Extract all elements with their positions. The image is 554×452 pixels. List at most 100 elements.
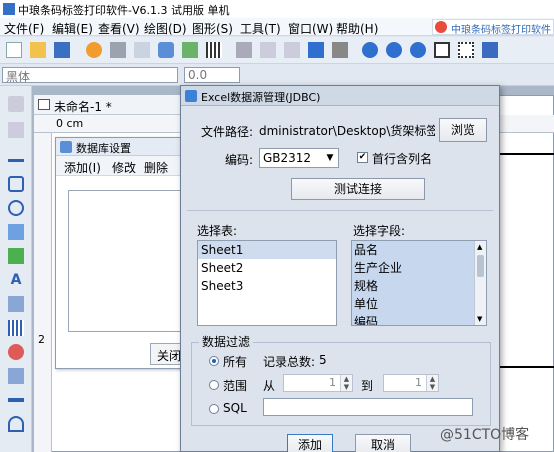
excel-datasource-icon bbox=[185, 90, 197, 102]
encoding-select[interactable]: GB2312 ▼ bbox=[259, 148, 339, 168]
open-folder-icon[interactable] bbox=[30, 42, 46, 58]
filter-sql-radio[interactable] bbox=[209, 404, 219, 414]
add-button[interactable]: 添加 bbox=[287, 434, 333, 452]
qrcode-tool-icon[interactable] bbox=[8, 344, 24, 360]
pointer-tool-icon[interactable] bbox=[8, 96, 24, 112]
database-settings-dialog: 数据库设置 添加(I) 修改 删除 关闭 bbox=[55, 137, 186, 369]
file-path-input[interactable]: dministrator\Desktop\货架标签.xlsx bbox=[259, 120, 435, 140]
first-row-header-checkbox[interactable]: ✔ bbox=[357, 152, 368, 163]
zoom-fit-icon[interactable] bbox=[410, 42, 426, 58]
filter-all-radio[interactable] bbox=[209, 356, 219, 366]
text-tool-icon[interactable]: A bbox=[8, 272, 24, 288]
menu-view[interactable]: 查看(V) bbox=[98, 20, 140, 37]
line-tool-icon[interactable] bbox=[8, 159, 24, 162]
app-title: 中琅条码标签打印软件-V6.1.3 试用版 单机 bbox=[18, 4, 230, 17]
filter-range-label: 范围 bbox=[223, 379, 248, 393]
stepper-arrows-icon[interactable]: ▲ ▼ bbox=[340, 375, 352, 391]
print-preview-icon[interactable] bbox=[134, 42, 150, 58]
menu-window[interactable]: 窗口(W) bbox=[288, 20, 333, 37]
format-toolbar: 黑体 0.0 bbox=[0, 64, 554, 86]
ellipse-tool-icon[interactable] bbox=[8, 200, 24, 216]
print-icon[interactable] bbox=[110, 42, 126, 58]
settings-gear-icon[interactable] bbox=[86, 42, 102, 58]
save-icon[interactable] bbox=[54, 42, 70, 58]
font-size-select[interactable]: 0.0 bbox=[184, 67, 240, 83]
test-connection-button[interactable]: 测试连接 bbox=[291, 178, 425, 200]
menu-tools[interactable]: 工具(T) bbox=[240, 20, 281, 37]
chevron-down-icon[interactable]: ▼ bbox=[324, 151, 336, 165]
copy-icon[interactable] bbox=[260, 42, 276, 58]
field-list-item[interactable]: 生产企业 bbox=[352, 259, 486, 277]
menu-edit[interactable]: 编辑(E) bbox=[52, 20, 93, 37]
undo-icon[interactable] bbox=[308, 42, 324, 58]
menu-draw[interactable]: 绘图(D) bbox=[144, 20, 187, 37]
menu-file[interactable]: 文件(F) bbox=[4, 20, 44, 37]
vertical-ruler: 2 bbox=[34, 133, 52, 452]
scroll-down-icon[interactable]: ▼ bbox=[477, 315, 482, 323]
arc-tool-icon[interactable] bbox=[8, 416, 24, 432]
app-titlebar: 中琅条码标签打印软件-V6.1.3 试用版 单机 bbox=[0, 0, 554, 18]
range-from-stepper[interactable]: 1 ▲ ▼ bbox=[283, 374, 353, 392]
menu-add[interactable]: 添加(I) bbox=[64, 159, 101, 176]
stepper-arrows-icon[interactable]: ▲ ▼ bbox=[426, 375, 438, 391]
field-list-item[interactable]: 规格 bbox=[352, 277, 486, 295]
zoom-out-icon[interactable] bbox=[386, 42, 402, 58]
database-icon[interactable] bbox=[158, 42, 174, 58]
document-tab[interactable]: 未命名-1 * bbox=[34, 95, 194, 115]
menu-bar: 文件(F) 编辑(E) 查看(V) 绘图(D) 图形(S) 工具(T) 窗口(W… bbox=[0, 18, 554, 36]
document-icon bbox=[38, 99, 50, 110]
brand-text: 中琅条码标签打印软件 bbox=[451, 25, 551, 35]
font-name-select[interactable]: 黑体 bbox=[2, 67, 178, 83]
new-file-icon[interactable] bbox=[6, 42, 22, 58]
field-list-scrollbar[interactable]: ▲ ▼ bbox=[474, 241, 486, 325]
file-path-label: 文件路径: bbox=[201, 125, 254, 139]
range-to-stepper[interactable]: 1 ▲ ▼ bbox=[383, 374, 439, 392]
barcode-tool-icon[interactable] bbox=[8, 320, 24, 336]
database-settings-menu: 添加(I) 修改 删除 bbox=[56, 156, 184, 176]
barcode-settings-icon[interactable] bbox=[182, 42, 198, 58]
menu-modify[interactable]: 修改 bbox=[112, 159, 136, 176]
menu-help[interactable]: 帮助(H) bbox=[336, 20, 378, 37]
table-list-item[interactable]: Sheet2 bbox=[198, 259, 336, 277]
picture-tool-icon[interactable] bbox=[8, 248, 24, 264]
field-list[interactable]: 品名 生产企业 规格 单位 编码 ▲ ▼ bbox=[351, 240, 487, 326]
divider bbox=[187, 210, 493, 211]
datasource-list[interactable] bbox=[68, 190, 186, 332]
cancel-button[interactable]: 取消 bbox=[355, 434, 411, 452]
table-list-item[interactable]: Sheet1 bbox=[198, 241, 336, 259]
paste-icon[interactable] bbox=[284, 42, 300, 58]
document-title: 未命名-1 * bbox=[54, 100, 112, 114]
curve-tool-icon[interactable] bbox=[8, 398, 24, 402]
grid-icon[interactable] bbox=[206, 42, 222, 58]
menu-delete[interactable]: 删除 bbox=[144, 159, 168, 176]
delete-icon[interactable] bbox=[332, 42, 348, 58]
field-list-item[interactable]: 品名 bbox=[352, 241, 486, 259]
field-list-item[interactable]: 单位 bbox=[352, 295, 486, 313]
ruler-unit: 0 cm bbox=[56, 117, 84, 130]
actual-size-icon[interactable] bbox=[458, 42, 474, 58]
field-list-item[interactable]: 编码 bbox=[352, 313, 486, 325]
zoom-in-icon[interactable] bbox=[362, 42, 378, 58]
browse-button[interactable]: 浏览 bbox=[439, 118, 487, 142]
table-list-item[interactable]: Sheet3 bbox=[198, 277, 336, 295]
table-tool-icon[interactable] bbox=[8, 368, 24, 384]
rectangle-tool-icon[interactable] bbox=[8, 176, 24, 192]
range-from-label: 从 bbox=[263, 379, 276, 393]
cut-icon[interactable] bbox=[236, 42, 252, 58]
fit-page-icon[interactable] bbox=[434, 42, 450, 58]
scroll-up-icon[interactable]: ▲ bbox=[477, 243, 482, 251]
range-to-label: 到 bbox=[361, 379, 374, 393]
range-from-value: 1 bbox=[329, 376, 336, 389]
ruler-v-mark: 2 bbox=[38, 333, 45, 346]
sql-input[interactable] bbox=[263, 398, 473, 416]
image-tool-icon[interactable] bbox=[8, 224, 24, 240]
first-row-header-label: 首行含列名 bbox=[372, 152, 433, 166]
menu-shape[interactable]: 图形(S) bbox=[192, 20, 233, 37]
table-list[interactable]: Sheet1 Sheet2 Sheet3 bbox=[197, 240, 337, 326]
paragraph-tool-icon[interactable] bbox=[8, 296, 24, 312]
filter-range-radio[interactable] bbox=[209, 380, 219, 390]
align-tools-icon[interactable] bbox=[482, 42, 498, 58]
scroll-thumb[interactable] bbox=[477, 255, 484, 277]
hand-tool-icon[interactable] bbox=[8, 122, 24, 138]
encoding-value: GB2312 bbox=[263, 151, 312, 165]
